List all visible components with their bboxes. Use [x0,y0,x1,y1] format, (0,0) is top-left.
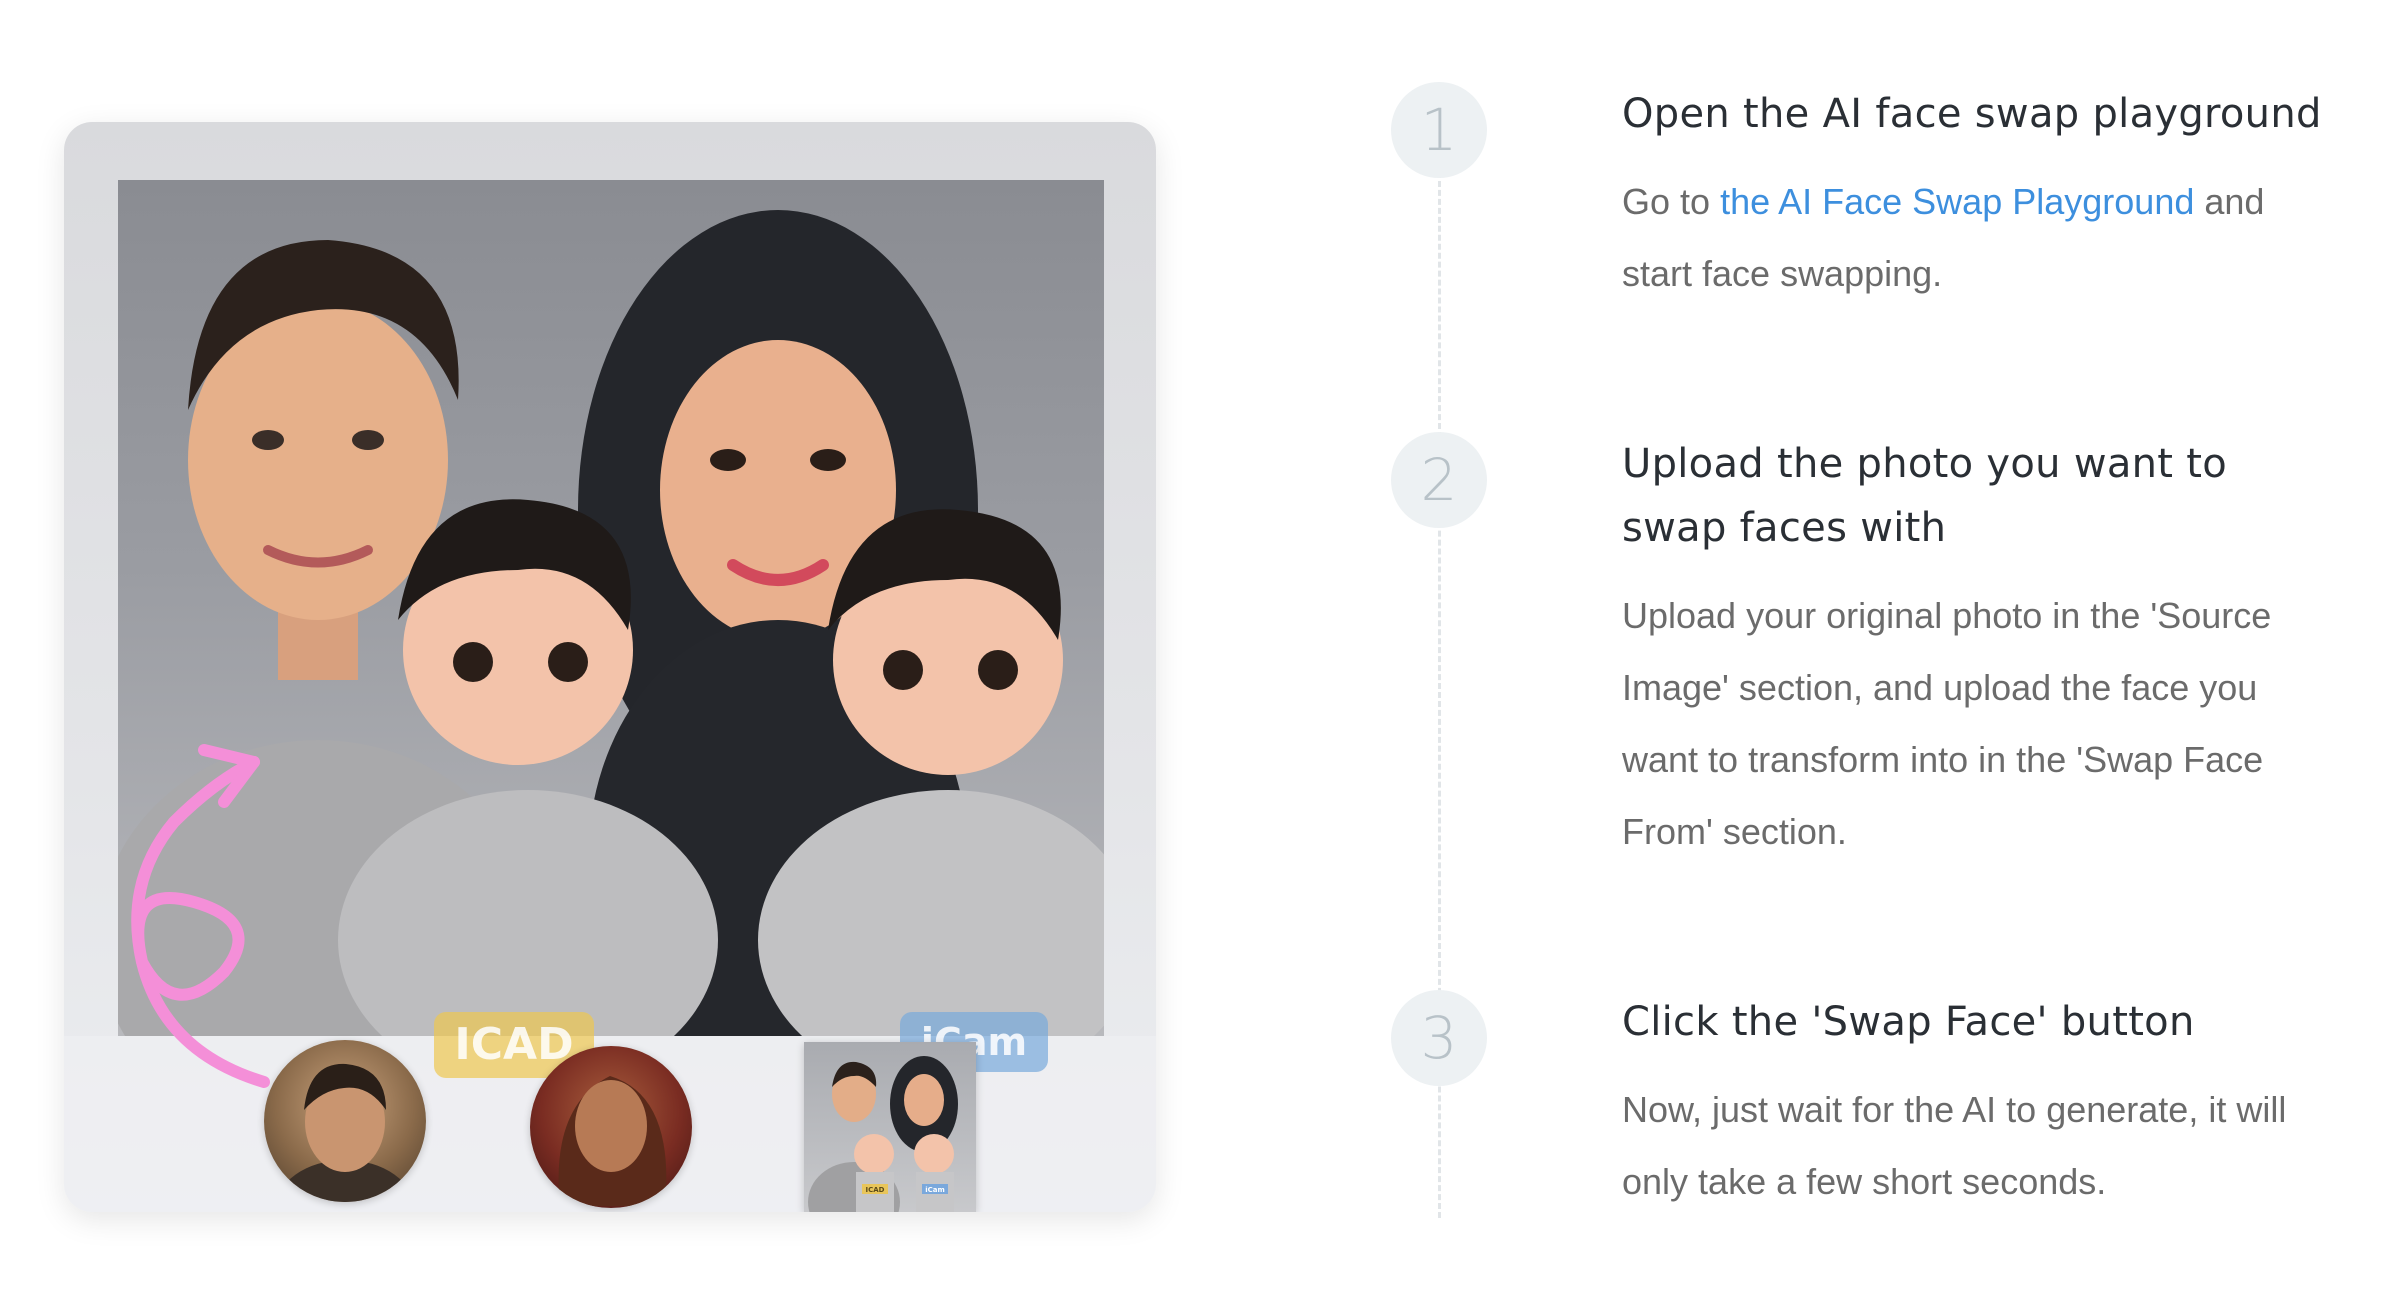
curly-arrow-icon [131,744,270,1088]
step-2-description: Upload your original photo in the 'Sourc… [1622,595,2272,852]
step-1-desc-prefix: Go to [1622,181,1721,222]
step-1-number: 1 [1391,82,1487,178]
face-swap-playground-link[interactable]: the AI Face Swap Playground [1720,181,2194,222]
face-swap-illustration: ICAD iCam ICAD iCam [64,122,1156,1212]
step-3-title: Click the 'Swap Face' button [1622,999,2195,1045]
step-1-title: Open the AI face swap playground [1622,91,2322,137]
step-3-description: Now, just wait for the AI to generate, i… [1622,1089,2287,1202]
step-3-number: 3 [1391,990,1487,1086]
step-2-title: Upload the photo you want to swap faces … [1622,441,2228,551]
step-2-number: 2 [1391,432,1487,528]
step-1-description: Go to the AI Face Swap Playground and st… [1622,166,2342,310]
